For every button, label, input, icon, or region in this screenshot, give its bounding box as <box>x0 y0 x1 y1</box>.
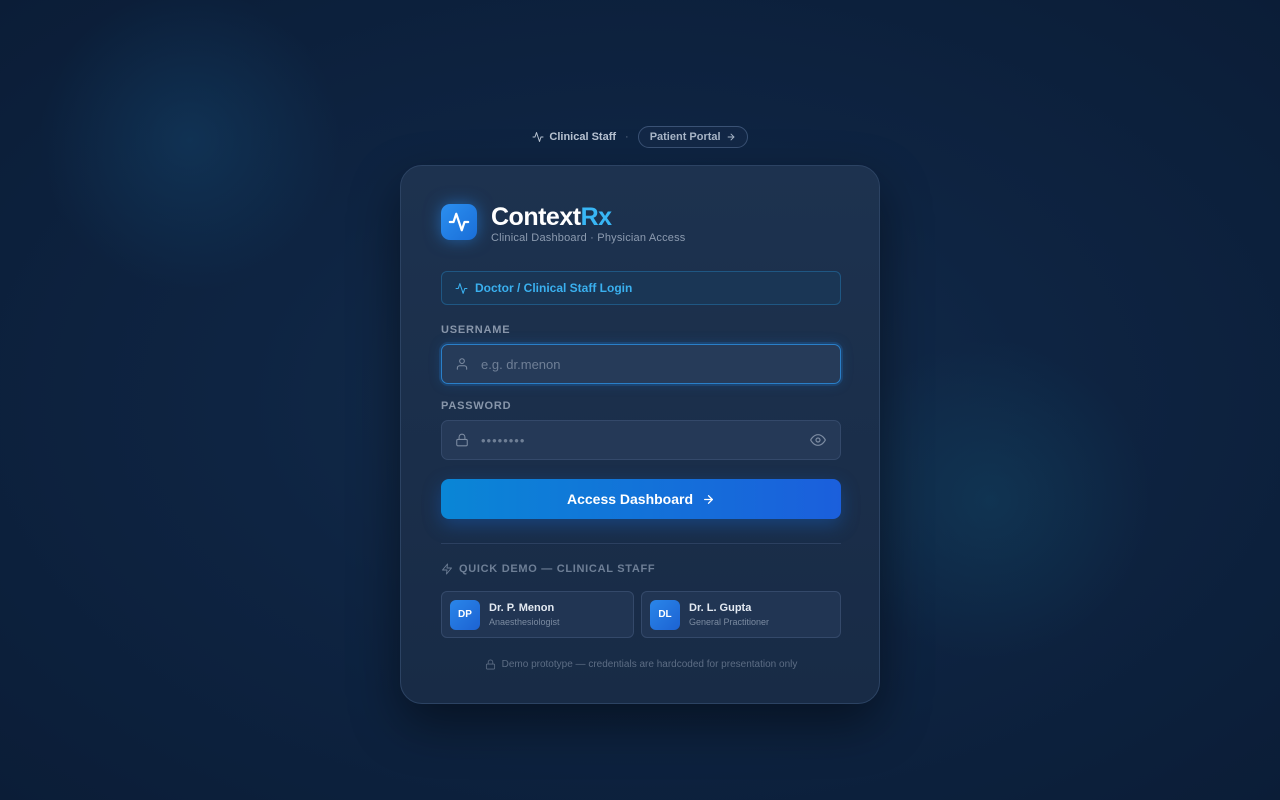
logo <box>441 204 477 240</box>
access-dashboard-button[interactable]: Access Dashboard <box>441 479 841 519</box>
username-label: USERNAME <box>441 324 511 336</box>
demo-account-name: Dr. L. Gupta <box>689 602 752 614</box>
password-field[interactable] <box>441 420 841 460</box>
patient-portal-label: Patient Portal <box>649 131 721 143</box>
lock-icon <box>485 659 495 670</box>
footnote-text: Demo prototype — credentials are hardcod… <box>501 659 798 670</box>
quick-demo-label: QUICK DEMO — CLINICAL STAFF <box>459 563 656 575</box>
activity-icon <box>448 212 470 232</box>
eye-icon[interactable] <box>810 432 826 448</box>
password-input[interactable] <box>481 421 810 459</box>
password-label: PASSWORD <box>441 400 512 412</box>
divider <box>441 543 841 544</box>
role-banner: Doctor / Clinical Staff Login <box>441 271 841 305</box>
clinical-staff-label: Clinical Staff <box>549 131 617 143</box>
quick-demo-heading: QUICK DEMO — CLINICAL STAFF <box>441 563 655 575</box>
access-dashboard-label: Access Dashboard <box>566 491 694 507</box>
arrow-right-icon <box>704 494 713 504</box>
activity-icon <box>455 282 468 294</box>
patient-portal-button[interactable]: Patient Portal <box>637 126 748 148</box>
user-icon <box>456 358 468 370</box>
app-name-main: Context <box>491 203 581 231</box>
arrow-right-icon <box>727 133 734 141</box>
app-subtitle: Clinical Dashboard · Physician Access <box>491 232 686 244</box>
username-field[interactable] <box>441 344 841 384</box>
demo-account-role: Anaesthesiologist <box>489 617 560 627</box>
username-input[interactable] <box>481 345 840 383</box>
clinical-staff-link[interactable]: Clinical Staff <box>532 131 616 143</box>
app-name-accent: Rx <box>580 203 612 231</box>
login-card: ContextRx Clinical Dashboard · Physician… <box>400 165 880 704</box>
demo-account-role: General Practitioner <box>689 617 770 627</box>
zap-icon <box>442 563 452 575</box>
role-banner-label: Doctor / Clinical Staff Login <box>475 281 633 295</box>
avatar: DL <box>650 599 680 630</box>
top-nav: Clinical Staff · Patient Portal <box>0 125 1280 149</box>
lock-icon <box>456 433 468 447</box>
demo-account-name: Dr. P. Menon <box>489 602 555 614</box>
activity-icon <box>532 132 544 142</box>
demo-footnote: Demo prototype — credentials are hardcod… <box>401 659 881 670</box>
avatar: DP <box>450 599 480 630</box>
nav-separator: · <box>625 131 629 143</box>
demo-account-menon[interactable]: DP Dr. P. Menon Anaesthesiologist <box>441 591 634 638</box>
app-name: ContextRx <box>491 203 685 231</box>
demo-account-gupta[interactable]: DL Dr. L. Gupta General Practitioner <box>641 591 841 638</box>
brand-header: ContextRx Clinical Dashboard · Physician… <box>441 203 686 244</box>
